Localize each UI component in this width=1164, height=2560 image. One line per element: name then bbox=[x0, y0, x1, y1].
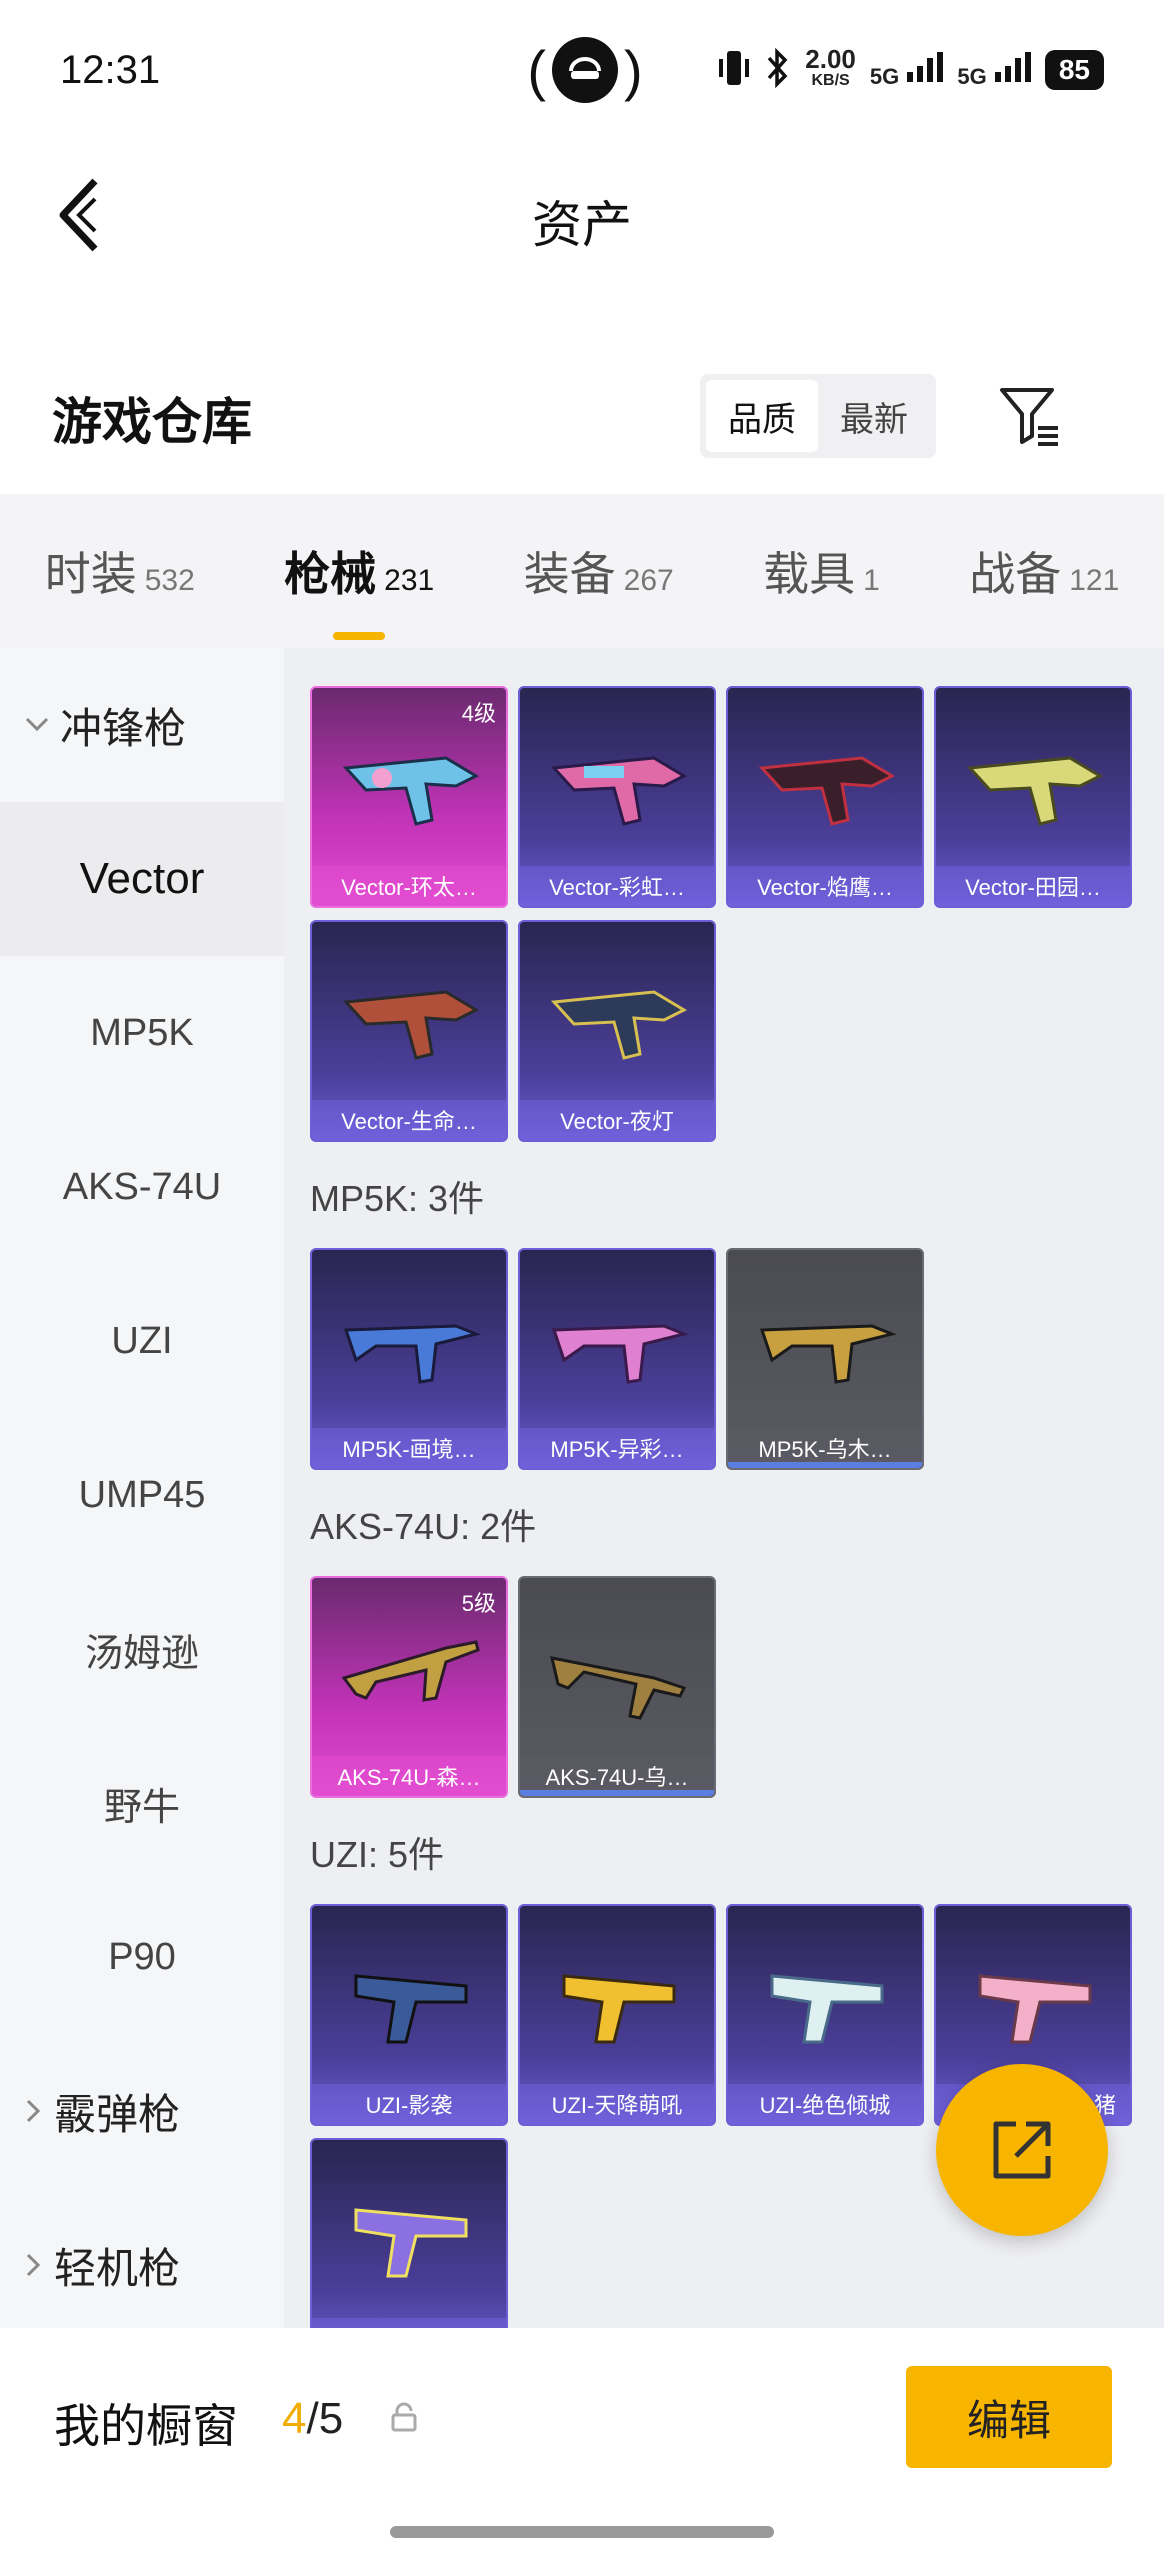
weapon-card[interactable]: 4级 Vector-环太… bbox=[310, 686, 508, 908]
net-speed: 2.00 KB/S bbox=[805, 44, 856, 89]
warehouse-row: 游戏仓库 品质 最新 bbox=[0, 360, 1164, 470]
gun-image bbox=[728, 1270, 922, 1420]
sort-toggle: 品质 最新 bbox=[700, 374, 936, 458]
gun-image bbox=[312, 1926, 506, 2076]
home-indicator[interactable] bbox=[390, 2526, 774, 2538]
bluetooth-icon bbox=[765, 47, 791, 93]
showcase-count: 4/5 bbox=[282, 2394, 344, 2443]
weapon-name: Vector-夜灯 bbox=[520, 1100, 714, 1140]
sidebar-item-vector[interactable]: Vector bbox=[0, 802, 284, 956]
weapon-name: MP5K-乌木… bbox=[728, 1428, 922, 1468]
section-heading-mp5k: MP5K: 3件 bbox=[310, 1178, 485, 1219]
warehouse-title: 游戏仓库 bbox=[52, 392, 252, 451]
weapon-name: Vector-焰鹰… bbox=[728, 866, 922, 906]
weapon-card[interactable]: Vector-焰鹰… bbox=[726, 686, 924, 908]
weapon-name: UZI-影袭 bbox=[312, 2084, 506, 2124]
weapon-card[interactable]: UZI-绝色倾城 bbox=[726, 1904, 924, 2126]
weapon-card[interactable]: UZI-影袭 bbox=[310, 1904, 508, 2126]
sidebar-group-shotgun[interactable]: 霰弹枪 bbox=[0, 2034, 284, 2188]
edit-button[interactable]: 编辑 bbox=[906, 2366, 1112, 2468]
weapon-sidebar: 冲锋枪 Vector MP5K AKS-74U UZI UMP45 汤姆逊 野牛… bbox=[0, 648, 284, 2328]
showcase-label: 我的橱窗 bbox=[54, 2399, 238, 2453]
gun-image bbox=[312, 1598, 506, 1748]
gun-image bbox=[312, 2160, 506, 2310]
weapon-card[interactable]: 5级 AKS-74U-森… bbox=[310, 1576, 508, 1798]
weapon-card[interactable]: MP5K-乌木… bbox=[726, 1248, 924, 1470]
filter-button[interactable] bbox=[990, 374, 1070, 458]
weapon-name: AKS-74U-乌… bbox=[520, 1756, 714, 1796]
chevron-right-icon bbox=[26, 2253, 41, 2277]
gun-image bbox=[728, 1926, 922, 2076]
weapon-card[interactable]: UZI-天降萌吼 bbox=[518, 1904, 716, 2126]
category-tabs: 时装 532 枪械 231 装备 267 载具 1 战备 121 bbox=[0, 494, 1164, 648]
hotspot-indicator: ( ) bbox=[527, 37, 643, 103]
battery-indicator: 85 bbox=[1044, 50, 1104, 90]
sidebar-item-ump45[interactable]: UMP45 bbox=[0, 1418, 284, 1572]
lock-icon bbox=[390, 2402, 418, 2437]
weapon-card[interactable]: MP5K-异彩… bbox=[518, 1248, 716, 1470]
gun-image bbox=[936, 1926, 1130, 2076]
weapon-card[interactable]: Vector-田园… bbox=[934, 686, 1132, 908]
status-time: 12:31 bbox=[60, 47, 161, 92]
sidebar-group-smg[interactable]: 冲锋枪 bbox=[0, 648, 284, 802]
weapon-name: Vector-彩虹… bbox=[520, 866, 714, 906]
active-tab-indicator bbox=[333, 632, 386, 640]
share-external-icon bbox=[993, 2121, 1051, 2179]
weapon-name: UZI-天降萌吼 bbox=[520, 2084, 714, 2124]
tab-equipment[interactable]: 装备 267 bbox=[524, 538, 674, 604]
weapon-card[interactable]: MP5K-画境… bbox=[310, 1248, 508, 1470]
gun-image bbox=[312, 708, 506, 858]
tab-guns[interactable]: 枪械 231 bbox=[284, 538, 434, 640]
weapon-name bbox=[312, 2318, 506, 2328]
vibrate-icon bbox=[717, 49, 751, 92]
sidebar-item-thompson[interactable]: 汤姆逊 bbox=[0, 1572, 284, 1726]
sort-newest-button[interactable]: 最新 bbox=[818, 380, 930, 452]
sidebar-item-p90[interactable]: P90 bbox=[0, 1880, 284, 2034]
weapon-name: MP5K-异彩… bbox=[520, 1428, 714, 1468]
gun-image bbox=[520, 1598, 714, 1748]
gun-image bbox=[520, 1926, 714, 2076]
chevron-down-icon bbox=[25, 717, 49, 732]
tab-supplies[interactable]: 战备 121 bbox=[969, 538, 1119, 604]
chevron-right-icon bbox=[26, 2099, 41, 2123]
tab-vehicles[interactable]: 载具 1 bbox=[763, 538, 880, 604]
section-heading-uzi: UZI: 5件 bbox=[310, 1834, 445, 1875]
weapon-card[interactable]: Vector-夜灯 bbox=[518, 920, 716, 1142]
weapon-card[interactable]: Vector-彩虹… bbox=[518, 686, 716, 908]
sidebar-item-uzi[interactable]: UZI bbox=[0, 1264, 284, 1418]
gun-image bbox=[312, 942, 506, 1092]
weapon-name: AKS-74U-森… bbox=[312, 1756, 506, 1796]
gun-image bbox=[520, 942, 714, 1092]
weapon-card[interactable]: AKS-74U-乌… bbox=[518, 1576, 716, 1798]
status-icons: 2.00 KB/S 5G 5G 85 bbox=[717, 44, 1104, 93]
weapon-name: Vector-田园… bbox=[936, 866, 1130, 906]
sidebar-group-lmg[interactable]: 轻机枪 bbox=[0, 2188, 284, 2342]
gun-image bbox=[520, 708, 714, 858]
signal-5g-2: 5G bbox=[957, 50, 1031, 90]
share-fab-button[interactable] bbox=[936, 2064, 1108, 2236]
page-title: 资产 bbox=[532, 196, 632, 254]
weapon-name: Vector-生命… bbox=[312, 1100, 506, 1140]
weapon-name: MP5K-画境… bbox=[312, 1428, 506, 1468]
section-heading-aks74u: AKS-74U: 2件 bbox=[310, 1506, 537, 1547]
sidebar-item-mp5k[interactable]: MP5K bbox=[0, 956, 284, 1110]
sidebar-item-bizon[interactable]: 野牛 bbox=[0, 1726, 284, 1880]
sort-quality-button[interactable]: 品质 bbox=[706, 380, 818, 452]
sidebar-item-aks74u[interactable]: AKS-74U bbox=[0, 1110, 284, 1264]
gun-image bbox=[728, 708, 922, 858]
weapon-card[interactable] bbox=[310, 2138, 508, 2328]
signal-5g-1: 5G bbox=[870, 50, 944, 90]
app-header: 资产 bbox=[0, 140, 1164, 290]
weapon-card[interactable]: Vector-生命… bbox=[310, 920, 508, 1142]
gun-image bbox=[312, 1270, 506, 1420]
hotspot-icon bbox=[552, 37, 618, 103]
tab-outfits[interactable]: 时装 532 bbox=[45, 538, 195, 604]
gun-image bbox=[520, 1270, 714, 1420]
gun-image bbox=[936, 708, 1130, 858]
filter-icon bbox=[1000, 388, 1058, 446]
weapon-name: Vector-环太… bbox=[312, 866, 506, 906]
weapon-name: UZI-绝色倾城 bbox=[728, 2084, 922, 2124]
